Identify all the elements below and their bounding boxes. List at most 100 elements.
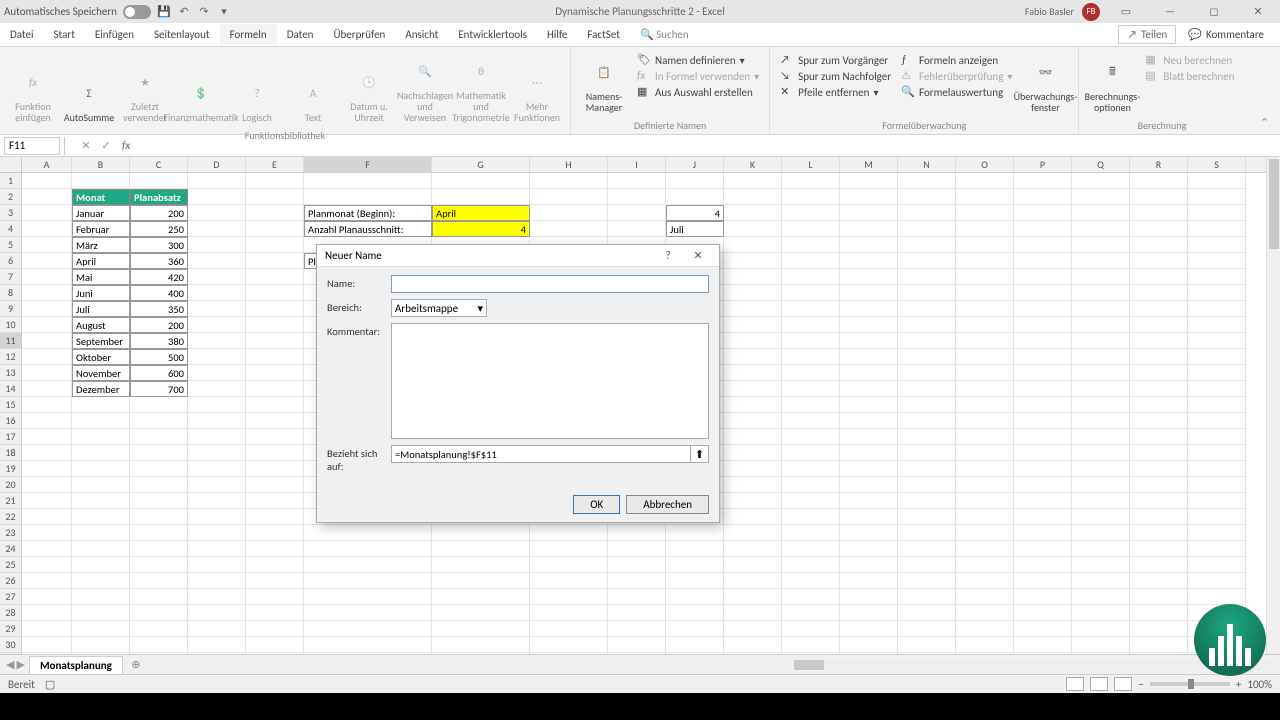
cell[interactable] bbox=[1072, 221, 1130, 237]
cell[interactable] bbox=[782, 429, 840, 445]
cell[interactable] bbox=[1072, 621, 1130, 637]
cell[interactable] bbox=[22, 333, 72, 349]
cell[interactable] bbox=[608, 541, 666, 557]
cell[interactable] bbox=[724, 381, 782, 397]
cell[interactable] bbox=[188, 397, 246, 413]
cell[interactable] bbox=[1188, 525, 1246, 541]
cell[interactable] bbox=[782, 589, 840, 605]
cell[interactable]: Planmonat (Beginn): bbox=[304, 205, 432, 221]
sheet-nav-next-icon[interactable]: ▶ bbox=[16, 658, 24, 671]
cell[interactable] bbox=[956, 269, 1014, 285]
cell[interactable]: Januar bbox=[72, 205, 130, 221]
cell[interactable] bbox=[956, 413, 1014, 429]
cell[interactable] bbox=[840, 173, 898, 189]
cell[interactable] bbox=[72, 605, 130, 621]
cell[interactable] bbox=[1188, 221, 1246, 237]
cell[interactable]: Planabsatz bbox=[130, 189, 188, 205]
cell[interactable] bbox=[22, 461, 72, 477]
cell[interactable] bbox=[782, 445, 840, 461]
cell[interactable] bbox=[1130, 573, 1188, 589]
cell[interactable] bbox=[188, 317, 246, 333]
row-header[interactable]: 4 bbox=[0, 221, 22, 237]
cell[interactable] bbox=[246, 413, 304, 429]
col-header[interactable]: E bbox=[246, 157, 304, 172]
cell[interactable] bbox=[724, 253, 782, 269]
cell[interactable] bbox=[22, 589, 72, 605]
cell[interactable] bbox=[782, 397, 840, 413]
cell[interactable] bbox=[130, 653, 188, 654]
cell[interactable] bbox=[898, 397, 956, 413]
cell[interactable] bbox=[22, 413, 72, 429]
cell[interactable] bbox=[608, 525, 666, 541]
cell[interactable] bbox=[608, 557, 666, 573]
cell[interactable] bbox=[840, 205, 898, 221]
cell[interactable] bbox=[1188, 397, 1246, 413]
cell[interactable] bbox=[1072, 413, 1130, 429]
row-header[interactable]: 7 bbox=[0, 269, 22, 285]
cell[interactable] bbox=[898, 173, 956, 189]
cell[interactable] bbox=[72, 173, 130, 189]
cell[interactable] bbox=[72, 509, 130, 525]
cell[interactable] bbox=[1014, 493, 1072, 509]
cell[interactable] bbox=[1014, 381, 1072, 397]
cell[interactable]: August bbox=[72, 317, 130, 333]
cell[interactable] bbox=[956, 477, 1014, 493]
menu-factset[interactable]: FactSet bbox=[577, 24, 630, 45]
cell[interactable] bbox=[898, 253, 956, 269]
cell[interactable] bbox=[782, 317, 840, 333]
cell[interactable] bbox=[188, 621, 246, 637]
col-header[interactable]: B bbox=[72, 157, 130, 172]
cell[interactable] bbox=[840, 477, 898, 493]
cell[interactable] bbox=[130, 477, 188, 493]
cell[interactable] bbox=[724, 205, 782, 221]
cell[interactable] bbox=[1188, 509, 1246, 525]
cell[interactable] bbox=[1188, 269, 1246, 285]
cell[interactable] bbox=[956, 301, 1014, 317]
cell[interactable] bbox=[188, 493, 246, 509]
cell[interactable] bbox=[1130, 365, 1188, 381]
cell[interactable] bbox=[782, 253, 840, 269]
cell[interactable] bbox=[1072, 349, 1130, 365]
cell[interactable] bbox=[898, 637, 956, 653]
cell[interactable] bbox=[246, 429, 304, 445]
cell[interactable] bbox=[72, 653, 130, 654]
cell[interactable] bbox=[1130, 445, 1188, 461]
cell[interactable]: April bbox=[432, 205, 530, 221]
col-header[interactable]: S bbox=[1188, 157, 1246, 172]
cell[interactable] bbox=[188, 301, 246, 317]
dialog-help-icon[interactable]: ? bbox=[655, 246, 681, 266]
cell[interactable] bbox=[22, 605, 72, 621]
cell[interactable] bbox=[1014, 285, 1072, 301]
col-header[interactable]: F bbox=[304, 157, 432, 172]
cell[interactable] bbox=[246, 173, 304, 189]
cell[interactable] bbox=[1188, 557, 1246, 573]
cell[interactable] bbox=[1072, 525, 1130, 541]
cell[interactable] bbox=[608, 189, 666, 205]
cell[interactable] bbox=[782, 269, 840, 285]
cell[interactable] bbox=[724, 493, 782, 509]
cell[interactable] bbox=[724, 653, 782, 654]
cell[interactable] bbox=[840, 413, 898, 429]
row-header[interactable]: 3 bbox=[0, 205, 22, 221]
cell[interactable] bbox=[1130, 221, 1188, 237]
menu-seitenlayout[interactable]: Seitenlayout bbox=[144, 24, 220, 45]
cell[interactable] bbox=[304, 189, 432, 205]
cell[interactable] bbox=[1014, 653, 1072, 654]
row-header[interactable]: 24 bbox=[0, 541, 22, 557]
cell[interactable] bbox=[1014, 509, 1072, 525]
cell[interactable] bbox=[1130, 653, 1188, 654]
cell[interactable] bbox=[724, 429, 782, 445]
cell[interactable] bbox=[724, 333, 782, 349]
cell[interactable] bbox=[1188, 237, 1246, 253]
row-header[interactable]: 5 bbox=[0, 237, 22, 253]
input-name[interactable] bbox=[391, 275, 709, 293]
cell[interactable] bbox=[1188, 541, 1246, 557]
row-header[interactable]: 30 bbox=[0, 637, 22, 653]
cell[interactable] bbox=[188, 429, 246, 445]
cell[interactable] bbox=[840, 525, 898, 541]
cell[interactable] bbox=[188, 477, 246, 493]
cell[interactable] bbox=[1072, 573, 1130, 589]
cell[interactable] bbox=[188, 253, 246, 269]
cell[interactable] bbox=[188, 653, 246, 654]
cell[interactable] bbox=[188, 541, 246, 557]
